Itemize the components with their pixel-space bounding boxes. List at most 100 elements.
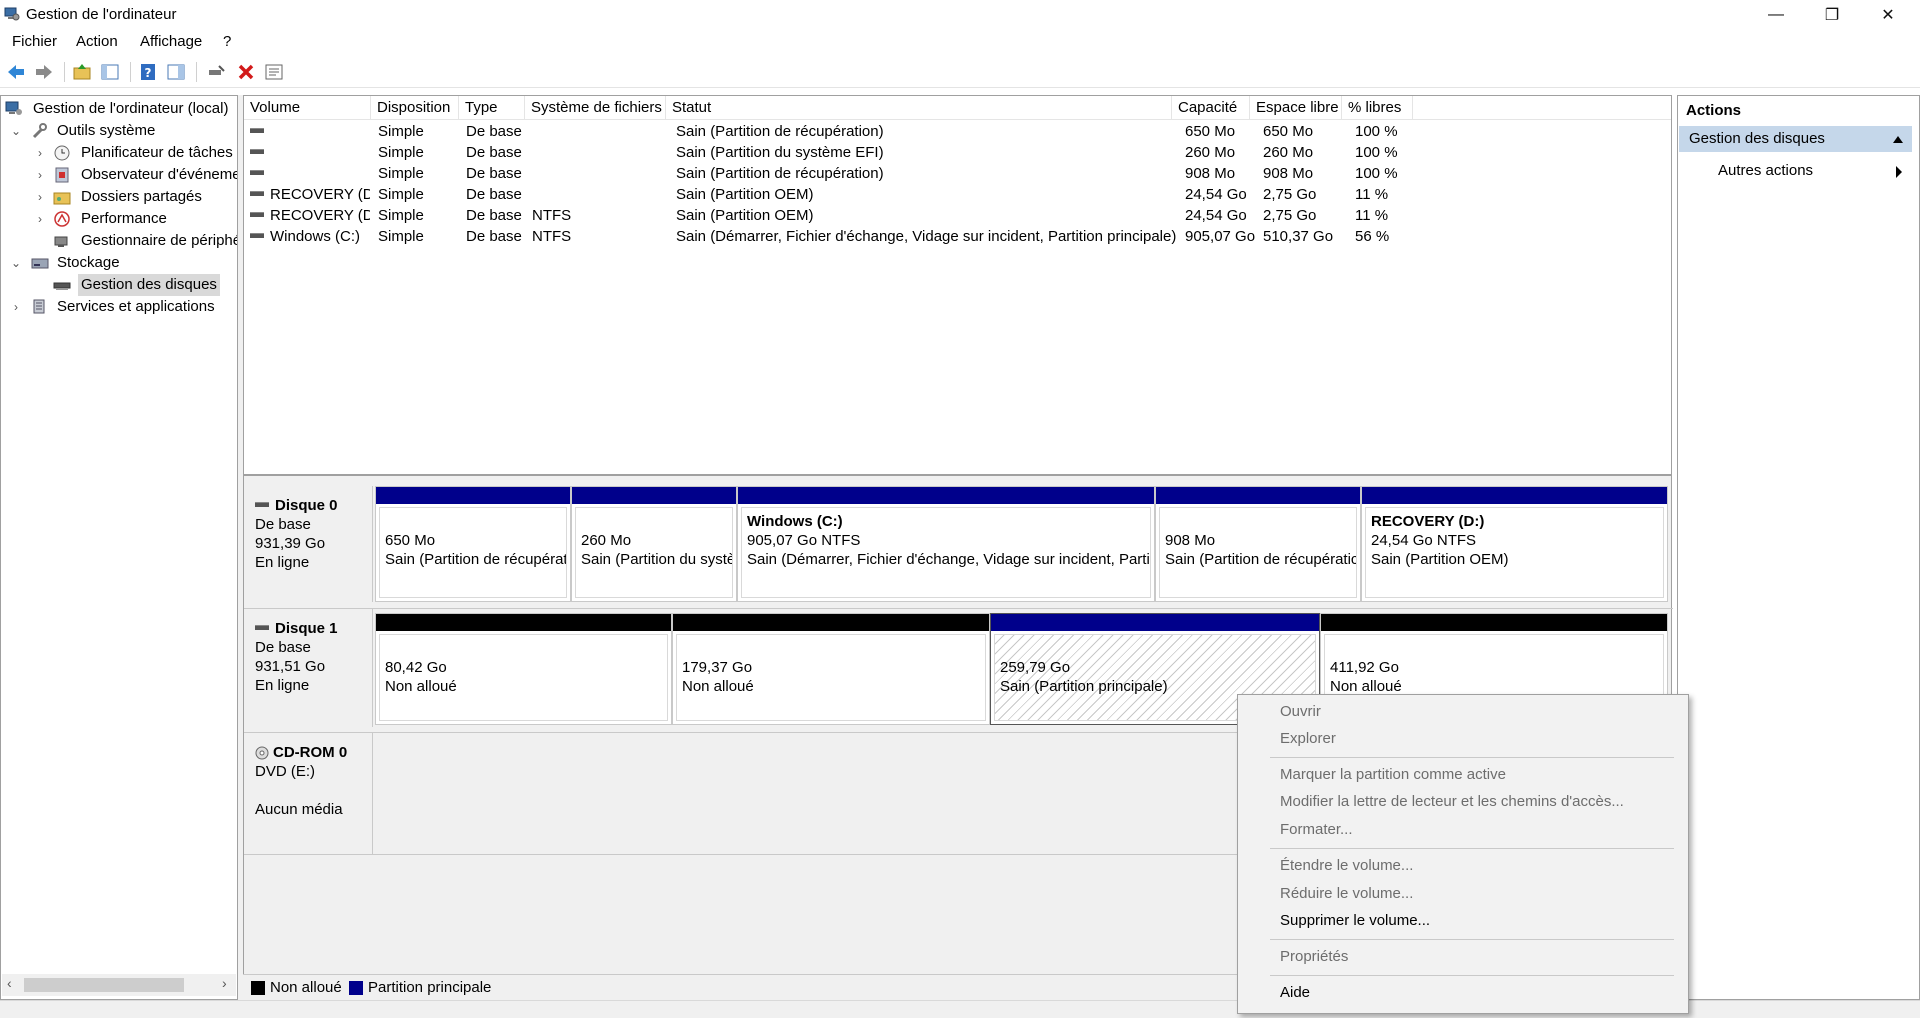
tree-item-task-scheduler[interactable]: › Planificateur de tâches — [1, 142, 237, 164]
fs-cell: NTFS — [532, 228, 572, 245]
table-row[interactable]: Windows (C:) Simple De base NTFS Sain (D… — [244, 226, 1671, 247]
submenu-arrow-icon[interactable] — [1896, 166, 1902, 178]
show-hide-action-pane-icon[interactable] — [166, 62, 186, 82]
partition-details: 260 Mo Sain (Partition du systè — [575, 507, 733, 598]
chevron-down-icon[interactable]: ⌄ — [9, 252, 23, 274]
tree-item-shared-folders[interactable]: › Dossiers partagés — [1, 186, 237, 208]
disk-label-cdrom[interactable]: CD-ROM 0 DVD (E:) Aucun média — [244, 733, 373, 855]
menu-item-delete-volume[interactable]: Supprimer le volume... — [1280, 909, 1430, 933]
tree-item-services[interactable]: › Services et applications — [1, 296, 237, 318]
partition-block[interactable]: 650 Mo Sain (Partition de récupérat — [375, 486, 571, 602]
partition-block[interactable]: 179,37 Go Non alloué — [672, 613, 990, 725]
scroll-left-icon[interactable]: ‹ — [7, 975, 12, 991]
shared-folder-icon — [53, 192, 71, 205]
column-header-type[interactable]: Type — [459, 96, 525, 120]
chevron-right-icon[interactable]: › — [33, 142, 47, 164]
console-tree: Gestion de l'ordinateur (local) ⌄ Outils… — [0, 95, 238, 1000]
partition-block[interactable]: 908 Mo Sain (Partition de récupératic — [1155, 486, 1361, 602]
menu-item-help[interactable]: Aide — [1280, 981, 1310, 1005]
actions-pane: Actions Gestion des disques Autres actio… — [1677, 95, 1920, 1000]
column-header-volume[interactable]: Volume — [244, 96, 371, 120]
show-hide-tree-icon[interactable] — [100, 62, 120, 82]
toolbar-separator — [130, 62, 131, 82]
menu-help[interactable]: ? — [223, 33, 231, 50]
back-arrow-icon[interactable] — [6, 62, 26, 82]
close-button[interactable]: ✕ — [1860, 0, 1916, 30]
tree-item-storage[interactable]: ⌄ Stockage — [1, 252, 237, 274]
table-row[interactable]: Simple De base Sain (Partition du systèm… — [244, 142, 1671, 163]
volume-list-header: Volume Disposition Type Système de fichi… — [244, 96, 1671, 120]
table-row[interactable]: RECOVERY (D:) Simple De base NTFS Sain (… — [244, 205, 1671, 226]
chevron-right-icon[interactable]: › — [33, 208, 47, 230]
properties-icon[interactable] — [264, 62, 284, 82]
free-space-cell: 908 Mo — [1263, 165, 1314, 182]
connect-disk-icon[interactable] — [206, 62, 226, 82]
context-menu: Ouvrir Explorer Marquer la partition com… — [1237, 694, 1689, 1014]
actions-section-disk-management[interactable]: Gestion des disques — [1679, 126, 1912, 152]
partition-color-bar — [1321, 614, 1667, 631]
menu-affichage[interactable]: Affichage — [140, 33, 202, 50]
capacity-cell: 260 Mo — [1185, 144, 1236, 161]
menu-item-extend-volume[interactable]: Étendre le volume... — [1280, 854, 1413, 878]
free-space-cell: 650 Mo — [1263, 123, 1314, 140]
chevron-right-icon[interactable]: › — [9, 296, 23, 318]
capacity-cell: 24,54 Go — [1185, 186, 1247, 203]
table-row[interactable]: RECOVERY (D:) Simple De base Sain (Parti… — [244, 184, 1671, 205]
column-header-capacity[interactable]: Capacité — [1172, 96, 1250, 120]
table-row[interactable]: Simple De base Sain (Partition de récupé… — [244, 121, 1671, 142]
horizontal-scrollbar[interactable]: ‹ › — [2, 974, 236, 996]
device-manager-icon — [54, 236, 68, 247]
disk-label-disk0[interactable]: Disque 0 De base 931,39 Go En ligne — [244, 486, 373, 602]
column-header-layout[interactable]: Disposition — [371, 96, 459, 120]
chevron-right-icon[interactable]: › — [33, 186, 47, 208]
volume-icon — [250, 191, 264, 197]
column-header-free-space[interactable]: Espace libre — [1250, 96, 1342, 120]
column-header-status[interactable]: Statut — [666, 96, 1172, 120]
collapse-triangle-icon[interactable] — [1893, 136, 1903, 143]
partition-block[interactable]: RECOVERY (D:) 24,54 Go NTFS Sain (Partit… — [1361, 486, 1668, 602]
delete-icon[interactable] — [236, 62, 256, 82]
tree-item-event-viewer[interactable]: › Observateur d'événeme — [1, 164, 237, 186]
help-book-icon[interactable]: ? — [138, 62, 158, 82]
partition-block[interactable]: Windows (C:) 905,07 Go NTFS Sain (Démarr… — [737, 486, 1155, 602]
tree-item-disk-management[interactable]: Gestion des disques — [1, 274, 237, 296]
volume-icon — [250, 212, 264, 218]
disk-label-disk1[interactable]: Disque 1 De base 931,51 Go En ligne — [244, 609, 373, 727]
partition-details: RECOVERY (D:) 24,54 Go NTFS Sain (Partit… — [1365, 507, 1664, 598]
tree-item-performance[interactable]: › Performance — [1, 208, 237, 230]
volume-cell — [250, 121, 370, 142]
computer-management-icon — [4, 7, 20, 21]
menu-item-format[interactable]: Formater... — [1280, 818, 1353, 842]
tree-item-system-tools[interactable]: ⌄ Outils système — [1, 120, 237, 142]
menu-item-properties[interactable]: Propriétés — [1280, 945, 1348, 969]
menu-item-change-drive-letter[interactable]: Modifier la lettre de lecteur et les che… — [1280, 790, 1624, 814]
forward-arrow-icon[interactable] — [34, 62, 54, 82]
volume-icon — [250, 233, 264, 239]
chevron-down-icon[interactable]: ⌄ — [9, 120, 23, 142]
scroll-right-icon[interactable]: › — [222, 975, 227, 991]
partition-block[interactable]: 260 Mo Sain (Partition du systè — [571, 486, 737, 602]
menu-fichier[interactable]: Fichier — [12, 33, 57, 50]
tree-item-label: Services et applications — [57, 298, 215, 315]
partition-block[interactable]: 80,42 Go Non alloué — [375, 613, 672, 725]
column-header-percent-free[interactable]: % libres — [1342, 96, 1413, 120]
tree-item-label: Performance — [81, 210, 167, 227]
menu-item-open[interactable]: Ouvrir — [1280, 700, 1321, 724]
up-folder-icon[interactable] — [72, 62, 92, 82]
tree-item-device-manager[interactable]: Gestionnaire de périphé — [1, 230, 237, 252]
minimize-button[interactable]: — — [1748, 0, 1804, 30]
menu-action[interactable]: Action — [76, 33, 118, 50]
tree-root[interactable]: Gestion de l'ordinateur (local) — [1, 98, 237, 120]
menu-item-explore[interactable]: Explorer — [1280, 727, 1336, 751]
other-actions-link[interactable]: Autres actions — [1718, 162, 1813, 179]
volume-cell — [250, 142, 370, 163]
menu-item-mark-active[interactable]: Marquer la partition comme active — [1280, 763, 1506, 787]
menu-item-shrink-volume[interactable]: Réduire le volume... — [1280, 882, 1413, 906]
chevron-right-icon[interactable]: › — [33, 164, 47, 186]
column-header-filesystem[interactable]: Système de fichiers — [525, 96, 666, 120]
table-row[interactable]: Simple De base Sain (Partition de récupé… — [244, 163, 1671, 184]
restore-button[interactable]: ❐ — [1804, 0, 1860, 30]
scrollbar-thumb[interactable] — [24, 978, 184, 992]
title-bar: Gestion de l'ordinateur — ❐ ✕ — [0, 0, 1920, 30]
tree-item-label: Dossiers partagés — [81, 188, 202, 205]
